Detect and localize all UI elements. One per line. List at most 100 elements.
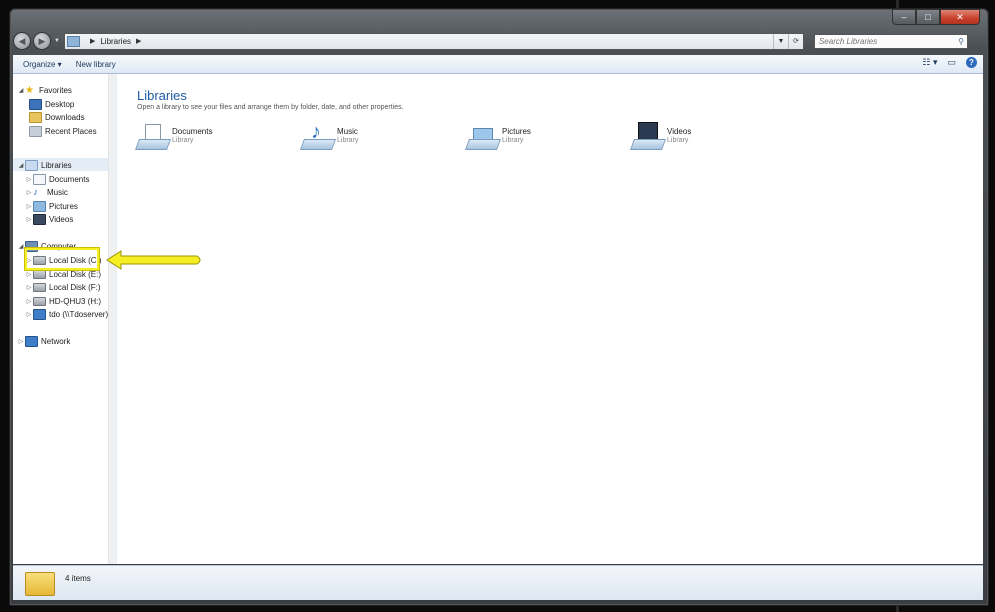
expand-arrow-icon[interactable]: ▷: [25, 271, 33, 278]
annotation-arrow-icon: [106, 250, 201, 270]
refresh-icon[interactable]: ⟳: [787, 33, 803, 49]
organize-button[interactable]: Organize ▾: [23, 60, 62, 69]
collapse-arrow-icon[interactable]: ◢: [17, 87, 25, 94]
downloads-icon: [29, 111, 42, 123]
search-input[interactable]: [818, 36, 949, 46]
libraries-icon: [66, 35, 80, 47]
nav-libraries[interactable]: ◢ Libraries: [17, 159, 72, 171]
breadcrumb-separator-icon[interactable]: ▶: [136, 37, 141, 45]
expand-arrow-icon[interactable]: ▷: [25, 189, 33, 196]
library-type: Library: [337, 137, 359, 144]
navigation-bar: ◀ ▶ ▼ ▶ Libraries ▶ ▼ ⟳ ⚲: [13, 29, 983, 53]
nav-label: Favorites: [39, 85, 72, 95]
recent-pages-dropdown[interactable]: ▼: [54, 38, 60, 44]
breadcrumb-libraries[interactable]: Libraries: [100, 37, 131, 46]
nav-item-network-drive-s[interactable]: ▷ tdo (\\Tdoserver) (S:: [25, 308, 117, 320]
library-music[interactable]: ♪ Music Library: [299, 122, 359, 150]
disk-drive-icon: [33, 282, 46, 292]
nav-network[interactable]: ▷ Network: [17, 335, 70, 347]
music-library-icon: ♪: [299, 122, 337, 150]
music-icon: ♪: [33, 186, 38, 198]
search-icon[interactable]: ⚲: [958, 37, 964, 46]
nav-label: tdo (\\Tdoserver) (S:: [49, 309, 117, 319]
main-pane: Libraries Open a library to see your fil…: [125, 74, 973, 564]
nav-favorites[interactable]: ◢ ★ Favorites: [17, 84, 72, 96]
nav-item-local-disk-f[interactable]: ▷ Local Disk (F:): [25, 281, 101, 293]
nav-pane-scrollbar[interactable]: [108, 74, 116, 564]
collapse-arrow-icon[interactable]: ◢: [17, 243, 25, 250]
nav-item-videos[interactable]: ▷ Videos: [25, 213, 73, 225]
nav-label: Documents: [49, 174, 90, 184]
nav-item-documents[interactable]: ▷ Documents: [25, 173, 89, 185]
collapse-arrow-icon[interactable]: ◢: [17, 162, 25, 169]
nav-item-pictures[interactable]: ▷ Pictures: [25, 200, 78, 212]
nav-label: Videos: [49, 214, 74, 224]
nav-label: Downloads: [45, 112, 85, 122]
library-name: Pictures: [502, 127, 531, 136]
nav-label: HD-QHU3 (H:): [49, 296, 101, 306]
documents-icon: [33, 173, 46, 185]
library-name: Documents: [172, 127, 213, 136]
pictures-icon: [33, 200, 46, 212]
desktop-icon: [29, 98, 42, 110]
nav-label: Local Disk (E:): [49, 269, 102, 279]
nav-label: Pictures: [49, 201, 78, 211]
navigation-pane: ◢ ★ Favorites Desktop Downloads Recent P…: [13, 74, 117, 564]
nav-item-hd-qhu3[interactable]: ▷ HD-QHU3 (H:): [25, 295, 101, 307]
explorer-window: – □ ✕ ◀ ▶ ▼ ▶ Libraries ▶ ▼ ⟳ ⚲ Organize…: [9, 8, 989, 606]
item-count: 4 items: [65, 574, 91, 583]
expand-arrow-icon[interactable]: ▷: [25, 216, 33, 223]
expand-arrow-icon[interactable]: ▷: [25, 176, 33, 183]
address-bar[interactable]: ▶ Libraries ▶ ▼ ⟳: [63, 32, 804, 50]
status-bar: 4 items: [13, 565, 983, 600]
favorites-star-icon: ★: [25, 84, 34, 96]
new-library-button[interactable]: New library: [76, 60, 116, 69]
search-box[interactable]: ⚲: [813, 33, 968, 49]
forward-button[interactable]: ▶: [33, 32, 51, 50]
preview-pane-icon[interactable]: ▭: [947, 57, 956, 68]
nav-item-downloads[interactable]: Downloads: [29, 111, 85, 123]
command-bar: Organize ▾ New library ☷ ▾ ▭ ?: [13, 55, 983, 74]
nav-label: Recent Places: [45, 126, 97, 136]
change-view-icon[interactable]: ☷ ▾: [922, 57, 937, 68]
libraries-folder-icon: [25, 572, 55, 596]
library-type: Library: [502, 137, 524, 144]
expand-arrow-icon[interactable]: ▷: [25, 284, 33, 291]
nav-item-music[interactable]: ▷ ♪ Music: [25, 186, 68, 198]
maximize-button[interactable]: □: [916, 9, 940, 25]
annotation-highlight-box: [25, 248, 99, 270]
library-documents[interactable]: Documents Library: [134, 122, 213, 150]
breadcrumb-separator-icon[interactable]: ▶: [90, 37, 95, 45]
disk-drive-icon: [33, 269, 46, 279]
page-subtitle: Open a library to see your files and arr…: [137, 104, 404, 111]
expand-arrow-icon[interactable]: ▷: [25, 203, 33, 210]
network-icon: [25, 335, 38, 347]
expand-arrow-icon[interactable]: ▷: [17, 338, 25, 345]
libraries-icon: [25, 159, 38, 171]
library-pictures[interactable]: Pictures Library: [464, 122, 531, 150]
minimize-button[interactable]: –: [892, 9, 916, 25]
network-drive-icon: [33, 308, 46, 320]
help-icon[interactable]: ?: [966, 57, 977, 68]
close-button[interactable]: ✕: [940, 9, 980, 25]
library-type: Library: [667, 137, 689, 144]
library-name: Videos: [667, 127, 692, 136]
nav-item-recent-places[interactable]: Recent Places: [29, 125, 97, 137]
documents-library-icon: [134, 122, 172, 150]
nav-label: Network: [41, 336, 71, 346]
nav-label: Music: [47, 187, 68, 197]
page-title: Libraries: [137, 88, 187, 103]
nav-item-desktop[interactable]: Desktop: [29, 98, 74, 110]
content-area: ◢ ★ Favorites Desktop Downloads Recent P…: [13, 74, 983, 564]
address-dropdown-icon[interactable]: ▼: [772, 33, 788, 49]
library-name: Music: [337, 127, 358, 136]
expand-arrow-icon[interactable]: ▷: [25, 298, 33, 305]
expand-arrow-icon[interactable]: ▷: [25, 311, 33, 318]
nav-label: Libraries: [41, 160, 72, 170]
library-videos[interactable]: Videos Library: [629, 122, 692, 150]
nav-label: Desktop: [45, 99, 75, 109]
pictures-library-icon: [464, 122, 502, 150]
caption-buttons: – □ ✕: [892, 9, 980, 25]
usb-drive-icon: [33, 296, 46, 306]
back-button[interactable]: ◀: [13, 32, 31, 50]
